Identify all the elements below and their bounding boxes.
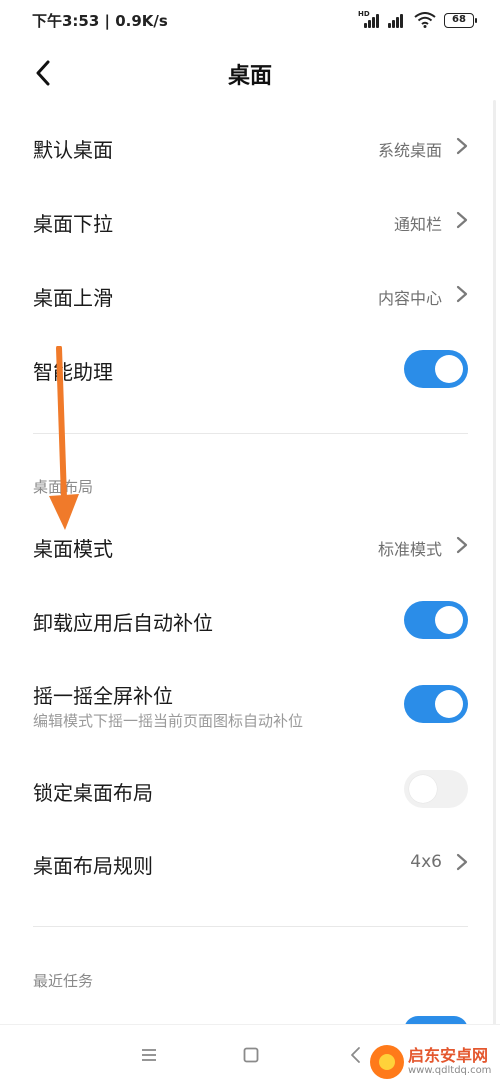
- setting-value: 系统桌面: [377, 141, 442, 160]
- battery-level: 68: [452, 13, 466, 25]
- setting-description: 编辑模式下摇一摇当前页面图标自动补位: [33, 712, 304, 730]
- lock-layout-toggle[interactable]: [404, 770, 468, 808]
- chevron-right-icon: [456, 211, 468, 229]
- signal-hd-icon: HD: [358, 10, 379, 28]
- chevron-right-icon: [456, 137, 468, 155]
- setting-value: 内容中心: [377, 289, 442, 308]
- wifi-icon: [414, 12, 436, 28]
- annotation-arrow-icon: [49, 346, 79, 530]
- watermark: 启东安卓网 www.qdltdq.com: [370, 1040, 500, 1084]
- setting-value: 通知栏: [393, 215, 442, 234]
- setting-row-lock-layout: 锁定桌面布局: [0, 766, 500, 812]
- shake-fill-toggle[interactable]: [404, 685, 468, 723]
- setting-value: 4x6: [410, 852, 442, 872]
- setting-label: 锁定桌面布局: [33, 781, 153, 805]
- status-bar: 下午3:53 | 0.9K/s HD 68: [0, 0, 500, 40]
- menu-icon: [142, 1049, 156, 1061]
- smart-assistant-toggle[interactable]: [404, 350, 468, 388]
- status-time-speed: 下午3:53 | 0.9K/s: [32, 12, 168, 30]
- page-title: 桌面: [227, 64, 272, 89]
- setting-row-pull-down[interactable]: 桌面下拉 通知栏: [0, 198, 500, 244]
- page-header: 桌面: [0, 50, 500, 96]
- section-header-recent: 最近任务: [33, 972, 94, 990]
- setting-label: 桌面布局规则: [33, 854, 153, 878]
- setting-label: 桌面上滑: [33, 286, 113, 310]
- setting-row-default-desktop[interactable]: 默认桌面 系统桌面: [0, 124, 500, 170]
- setting-value: 标准模式: [377, 540, 442, 559]
- setting-row-shake-fill: 摇一摇全屏补位 编辑模式下摇一摇当前页面图标自动补位: [0, 672, 500, 736]
- home-square-icon: [243, 1047, 259, 1063]
- setting-label: 默认桌面: [33, 138, 113, 162]
- setting-label: 卸载应用后自动补位: [33, 611, 213, 635]
- chevron-right-icon: [456, 853, 468, 871]
- chevron-right-icon: [456, 285, 468, 303]
- setting-label: 桌面模式: [33, 537, 113, 561]
- nav-back-button[interactable]: [344, 1043, 368, 1067]
- setting-label: 桌面下拉: [33, 212, 113, 236]
- setting-row-swipe-up[interactable]: 桌面上滑 内容中心: [0, 272, 500, 318]
- watermark-title: 启东安卓网: [408, 1046, 489, 1065]
- watermark-url: www.qdltdq.com: [408, 1065, 492, 1076]
- setting-row-layout-grid[interactable]: 桌面布局规则 4x6: [0, 840, 500, 886]
- setting-label: 摇一摇全屏补位: [33, 684, 173, 708]
- watermark-logo-icon: [370, 1045, 404, 1079]
- section-divider: [33, 433, 468, 434]
- section-divider: [33, 926, 468, 927]
- status-icons: HD 68: [358, 10, 477, 29]
- battery-icon: 68: [444, 12, 477, 28]
- signal-icon: [386, 12, 406, 28]
- signal-hd-badge: HD: [358, 10, 370, 18]
- auto-fill-toggle[interactable]: [404, 601, 468, 639]
- back-triangle-icon: [351, 1047, 360, 1063]
- setting-row-auto-fill: 卸载应用后自动补位: [0, 598, 500, 644]
- home-button[interactable]: [239, 1043, 263, 1067]
- menu-button[interactable]: [137, 1043, 161, 1067]
- chevron-right-icon: [456, 536, 468, 554]
